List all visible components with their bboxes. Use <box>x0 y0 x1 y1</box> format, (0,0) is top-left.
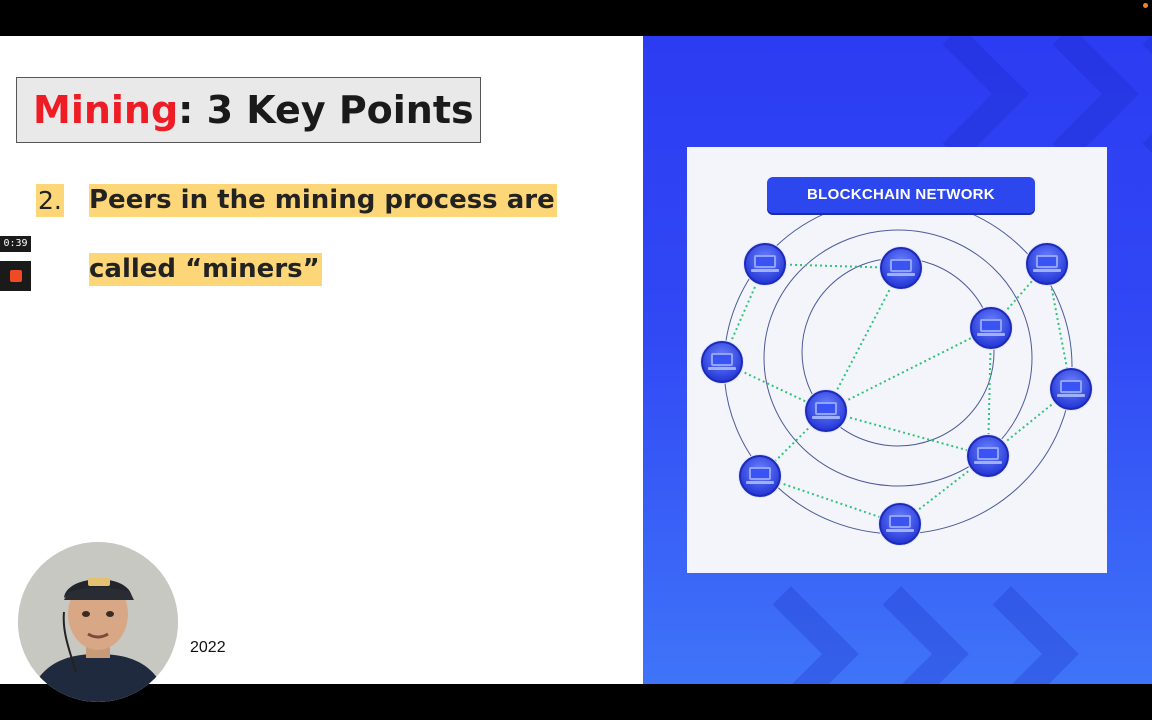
link <box>825 267 902 412</box>
stop-icon <box>10 270 22 282</box>
node-icon <box>742 241 788 287</box>
node-icon <box>699 339 745 385</box>
node-icon <box>878 245 924 291</box>
network-nodes <box>699 241 1094 547</box>
link <box>759 475 901 525</box>
node-icon <box>877 501 923 547</box>
link <box>825 327 992 412</box>
webcam-bubble <box>18 542 178 702</box>
stop-recording-button[interactable] <box>0 261 31 291</box>
presenter-avatar <box>18 542 178 702</box>
blockchain-network-header: BLOCKCHAIN NETWORK <box>767 177 1035 213</box>
node-icon <box>1024 241 1070 287</box>
recording-timer: 0:39 <box>0 236 31 252</box>
node-icon <box>968 305 1014 351</box>
node-icon <box>737 453 783 499</box>
node-icon <box>803 388 849 434</box>
node-icon <box>965 433 1011 479</box>
bottom-black-bar <box>0 684 1152 720</box>
node-icon <box>1048 366 1094 412</box>
